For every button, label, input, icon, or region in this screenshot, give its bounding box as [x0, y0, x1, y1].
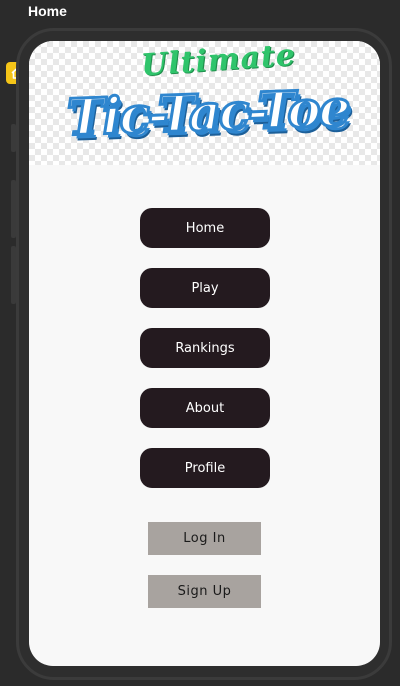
nav-rankings-button[interactable]: Rankings: [140, 328, 270, 368]
login-button[interactable]: Log In: [148, 522, 261, 555]
logo-ultimate-text: Ultimate: [139, 41, 297, 84]
nav-home-button[interactable]: Home: [140, 208, 270, 248]
main-nav: Home Play Rankings About Profile: [140, 208, 270, 508]
nav-profile-button[interactable]: Profile: [140, 448, 270, 488]
logo-banner: Ultimate Tic-Tac-Toe: [29, 41, 380, 165]
nav-play-button[interactable]: Play: [140, 268, 270, 308]
logo-title-text: Tic-Tac-Toe: [65, 77, 351, 149]
phone-screen: Ultimate Tic-Tac-Toe Home Play Rankings …: [29, 41, 380, 666]
nav-about-button[interactable]: About: [140, 388, 270, 428]
signup-button[interactable]: Sign Up: [148, 575, 261, 608]
auth-buttons: Log In Sign Up: [148, 522, 261, 628]
editor-page-title: Home: [28, 3, 67, 19]
